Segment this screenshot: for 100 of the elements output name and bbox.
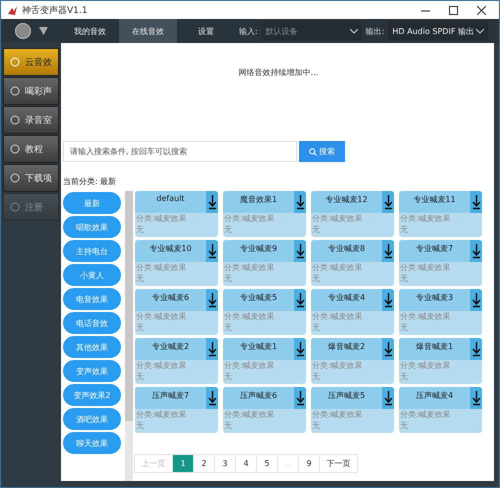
sidebar-item[interactable]: 喝彩声 xyxy=(3,77,59,105)
download-button[interactable] xyxy=(470,289,482,311)
effect-card[interactable]: 专业喊麦9 分类:喊麦效果 无 xyxy=(223,240,306,286)
download-button[interactable] xyxy=(382,387,394,409)
effect-card[interactable]: 专业喊麦6 分类:喊麦效果 无 xyxy=(135,289,218,335)
effect-category: 分类:喊麦效果 xyxy=(399,311,452,322)
download-button[interactable] xyxy=(470,338,482,360)
download-button[interactable] xyxy=(382,289,394,311)
sidebar-item[interactable]: 云音效 xyxy=(3,48,59,76)
download-button[interactable] xyxy=(206,338,218,360)
effect-card[interactable]: 压声喊麦4 分类:喊麦效果 无 xyxy=(399,387,482,433)
effect-card[interactable]: 爆音喊麦1 分类:喊麦效果 无 xyxy=(399,338,482,384)
page-button[interactable]: 4 xyxy=(235,454,257,473)
effect-card[interactable]: 压声喊麦7 分类:喊麦效果 无 xyxy=(135,387,218,433)
effect-note: 无 xyxy=(311,371,321,382)
effect-category: 分类:喊麦效果 xyxy=(399,213,452,224)
download-button[interactable] xyxy=(382,338,394,360)
sidebar-item[interactable]: 下载项 xyxy=(3,164,59,192)
page-button[interactable]: 下一页 xyxy=(319,454,358,473)
page-button[interactable]: 1 xyxy=(172,454,194,473)
download-button[interactable] xyxy=(470,191,482,213)
effect-card[interactable]: 魔音效果1 分类:喊麦效果 无 xyxy=(223,191,306,237)
effect-card[interactable]: 专业喊麦5 分类:喊麦效果 无 xyxy=(223,289,306,335)
effect-note: 无 xyxy=(223,322,233,333)
download-icon xyxy=(472,194,480,210)
download-button[interactable] xyxy=(470,387,482,409)
effect-category: 分类:喊麦效果 xyxy=(311,213,364,224)
effect-category: 分类:喊麦效果 xyxy=(311,360,364,371)
effect-card[interactable]: default 分类:喊麦效果 无 xyxy=(135,191,218,237)
app-logo-icon xyxy=(7,4,18,16)
effect-title: 专业喊麦5 xyxy=(238,292,278,304)
download-button[interactable] xyxy=(294,338,306,360)
download-button[interactable] xyxy=(206,289,218,311)
effect-note: 无 xyxy=(135,322,145,333)
download-button[interactable] xyxy=(470,240,482,262)
effect-title: 专业喊麦11 xyxy=(412,194,457,206)
effect-card[interactable]: 专业喊麦2 分类:喊麦效果 无 xyxy=(135,338,218,384)
effect-card[interactable]: 专业喊麦1 分类:喊麦效果 无 xyxy=(223,338,306,384)
effect-category: 分类:喊麦效果 xyxy=(135,360,188,371)
scrollbar[interactable] xyxy=(125,191,133,481)
download-button[interactable] xyxy=(206,387,218,409)
download-button[interactable] xyxy=(206,240,218,262)
circle-icon xyxy=(10,115,20,125)
download-button[interactable] xyxy=(294,387,306,409)
download-icon xyxy=(296,292,304,308)
current-category-label: 当前分类: 最新 xyxy=(63,176,116,187)
effect-card[interactable]: 专业喊麦8 分类:喊麦效果 无 xyxy=(311,240,394,286)
maximize-icon[interactable] xyxy=(448,6,458,14)
tab[interactable]: 我的音效 xyxy=(61,19,119,43)
effect-title: 压声喊麦5 xyxy=(326,390,366,402)
effect-note: 无 xyxy=(135,420,145,431)
input-device-dropdown[interactable]: 默认设备 xyxy=(262,21,362,41)
avatar-icon[interactable] xyxy=(14,23,30,39)
dropdown-arrow-icon[interactable] xyxy=(38,27,48,35)
download-icon xyxy=(296,194,304,210)
effect-category: 分类:喊麦效果 xyxy=(223,311,276,322)
download-button[interactable] xyxy=(382,240,394,262)
download-button[interactable] xyxy=(294,191,306,213)
search-field[interactable]: 请输入搜索条件, 按回车可以搜索 xyxy=(63,141,297,162)
download-icon xyxy=(208,390,216,406)
download-icon xyxy=(208,243,216,259)
effect-title: 爆音喊麦2 xyxy=(326,341,366,353)
tab[interactable]: 在线音效 xyxy=(119,19,177,43)
download-button[interactable] xyxy=(382,191,394,213)
effect-card[interactable]: 专业喊麦4 分类:喊麦效果 无 xyxy=(311,289,394,335)
effect-title: 专业喊麦1 xyxy=(238,341,278,353)
effect-note: 无 xyxy=(135,371,145,382)
effect-card[interactable]: 专业喊麦10 分类:喊麦效果 无 xyxy=(135,240,218,286)
effect-card[interactable]: 专业喊麦7 分类:喊麦效果 无 xyxy=(399,240,482,286)
download-icon xyxy=(384,390,392,406)
effect-card[interactable]: 专业喊麦3 分类:喊麦效果 无 xyxy=(399,289,482,335)
effect-note: 无 xyxy=(223,224,233,235)
effect-note: 无 xyxy=(399,224,409,235)
page-button[interactable]: 3 xyxy=(214,454,236,473)
download-button[interactable] xyxy=(294,289,306,311)
page-button[interactable]: 5 xyxy=(256,454,278,473)
download-button[interactable] xyxy=(294,240,306,262)
tab[interactable]: 设置 xyxy=(177,19,235,43)
effect-card[interactable]: 专业喊麦12 分类:喊麦效果 无 xyxy=(311,191,394,237)
sidebar-item[interactable]: 录音室 xyxy=(3,106,59,134)
download-icon xyxy=(384,243,392,259)
effect-card[interactable]: 压声喊麦5 分类:喊麦效果 无 xyxy=(311,387,394,433)
download-button[interactable] xyxy=(206,191,218,213)
sidebar-item[interactable]: 教程 xyxy=(3,135,59,163)
download-icon xyxy=(472,292,480,308)
effect-card[interactable]: 爆音喊麦2 分类:喊麦效果 无 xyxy=(311,338,394,384)
effect-category: 分类:喊麦效果 xyxy=(399,262,452,273)
effect-card[interactable]: 压声喊麦6 分类:喊麦效果 无 xyxy=(223,387,306,433)
effect-category: 分类:喊麦效果 xyxy=(311,311,364,322)
download-icon xyxy=(472,243,480,259)
circle-icon xyxy=(10,173,20,183)
page-button[interactable]: 9 xyxy=(298,454,320,473)
close-icon[interactable] xyxy=(476,6,486,14)
notice-text: 网络音效持续增加中... xyxy=(238,67,320,78)
effect-note: 无 xyxy=(399,371,409,382)
download-icon xyxy=(384,341,392,357)
effect-card[interactable]: 专业喊麦11 分类:喊麦效果 无 xyxy=(399,191,482,237)
page-button[interactable]: 2 xyxy=(193,454,215,473)
effect-title: 专业喊麦3 xyxy=(414,292,454,304)
output-device-dropdown[interactable]: HD Audio SPDIF 输出 xyxy=(388,21,488,41)
